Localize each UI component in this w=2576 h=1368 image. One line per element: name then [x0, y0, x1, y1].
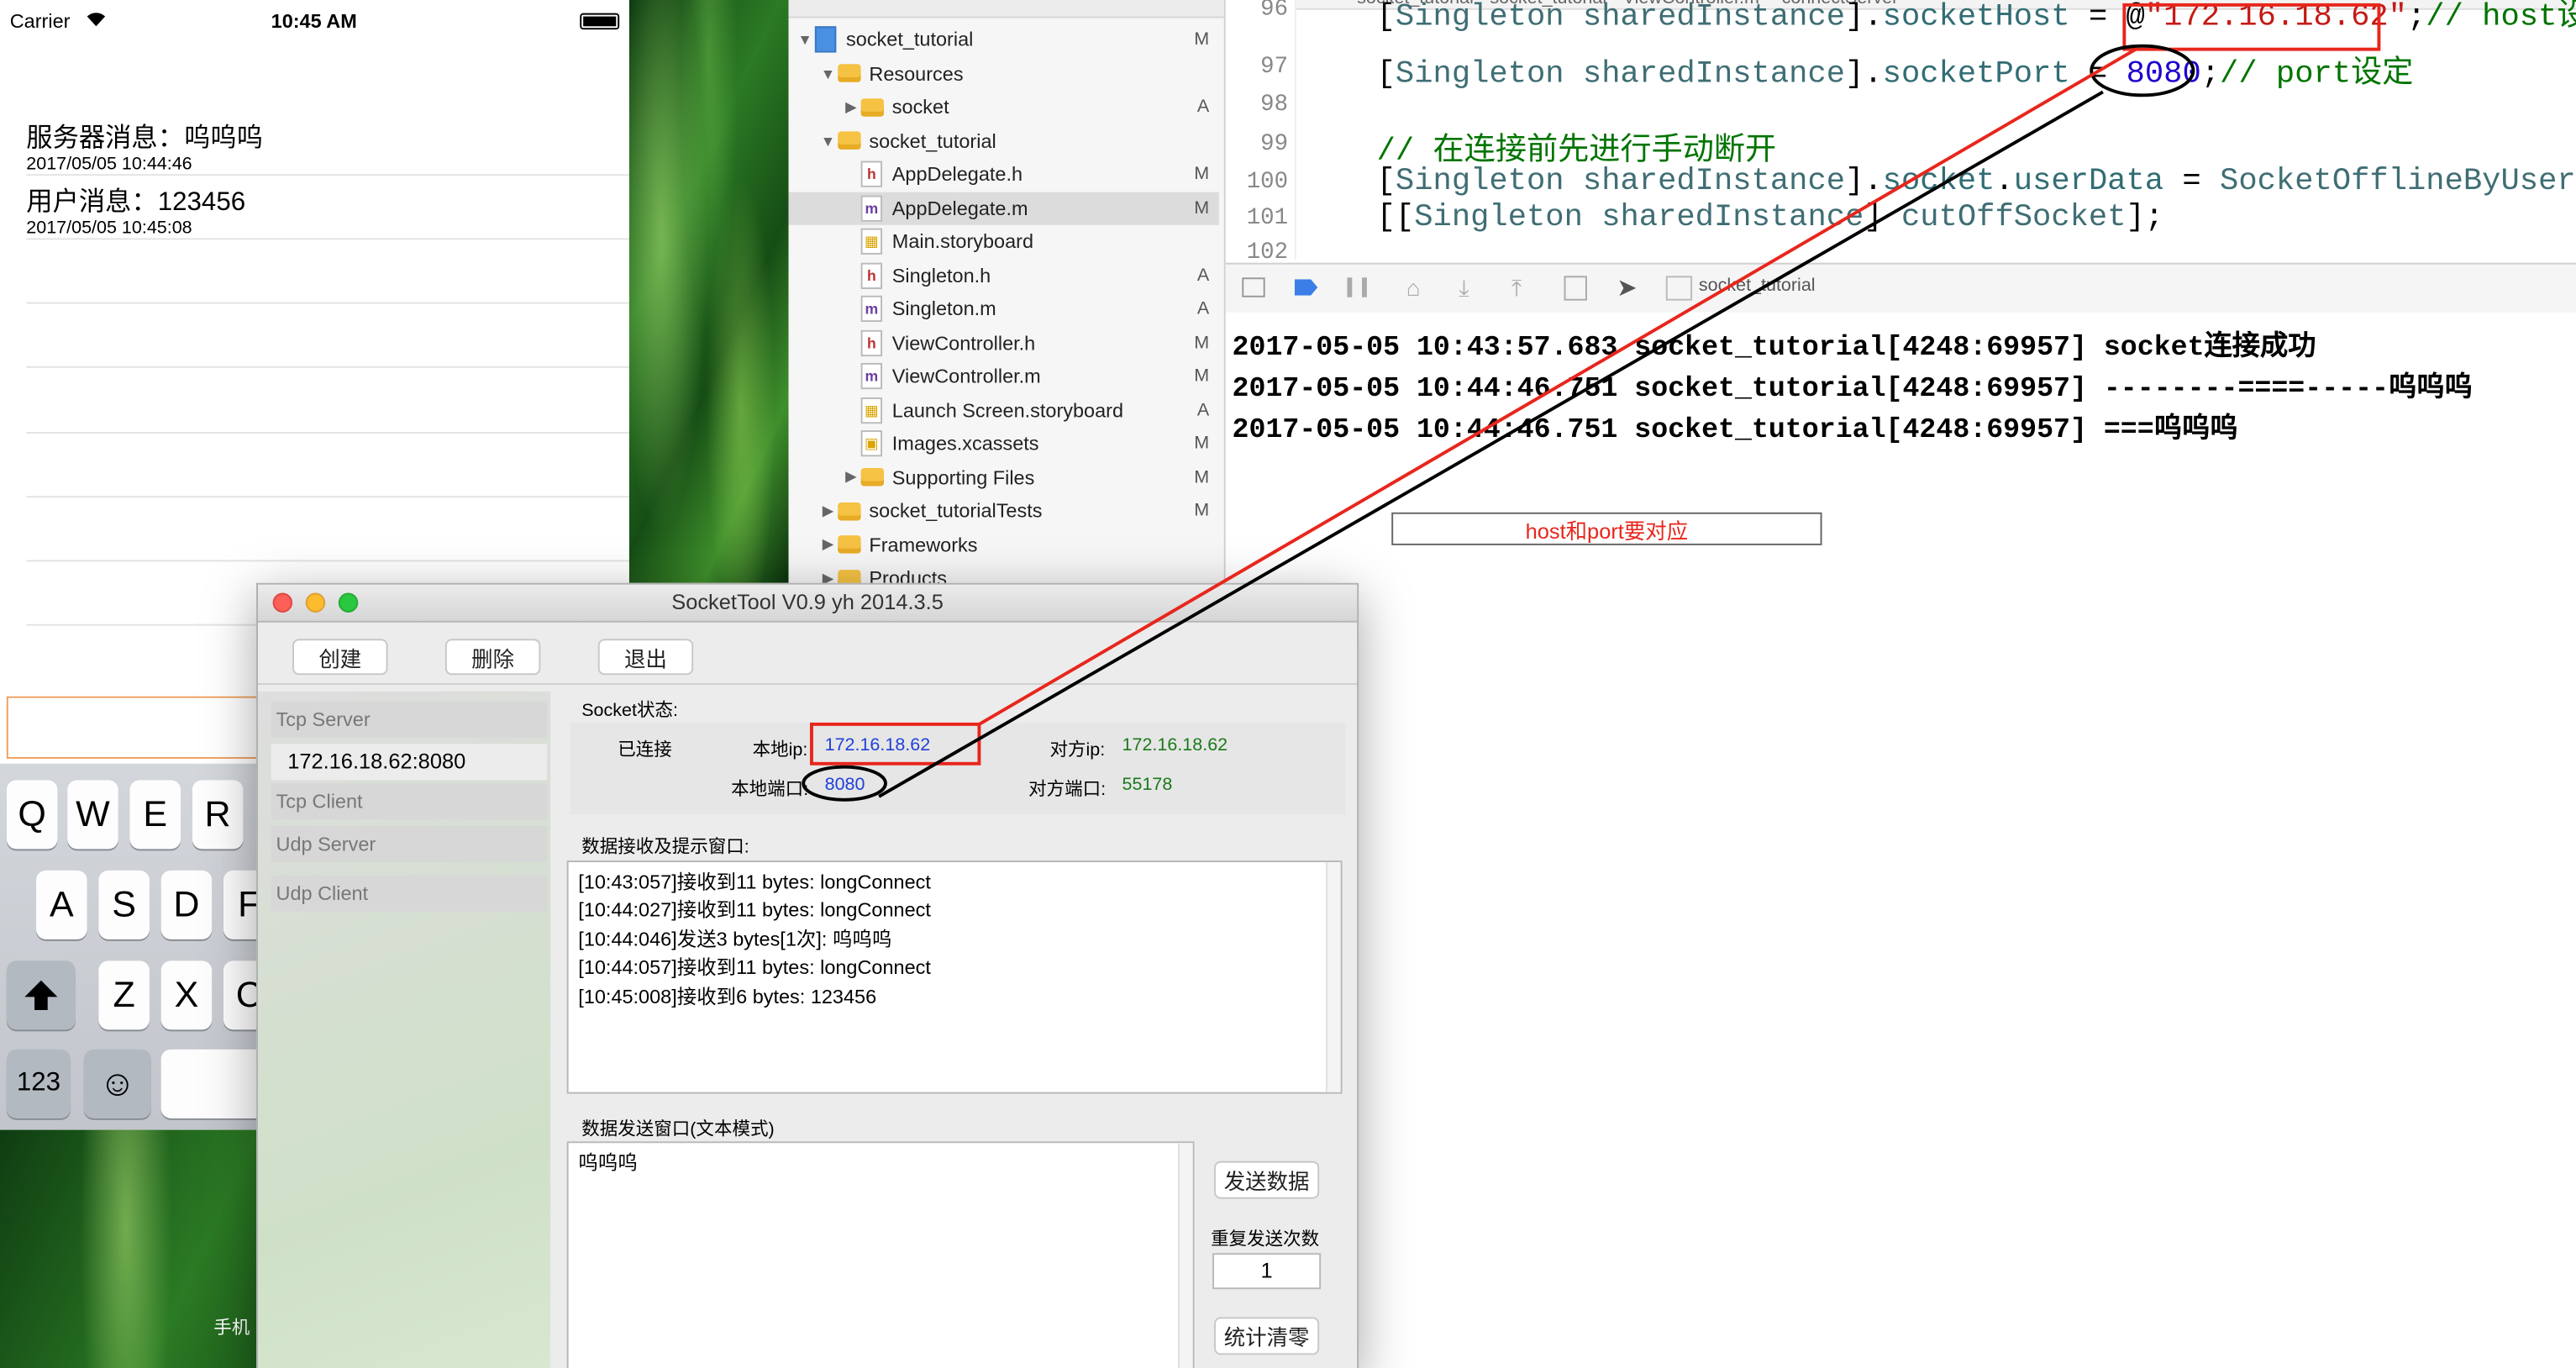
local-port-highlight-ellipse [802, 765, 887, 802]
port-highlight-ellipse [2090, 44, 2195, 97]
port-connector-line [878, 90, 2104, 798]
host-connector-line [978, 47, 2137, 726]
screen: Carrier 10:45 AM 服务器消息：呜呜呜 2017/05/05 10… [0, 0, 2576, 1368]
host-highlight-box [2122, 3, 2381, 51]
local-ip-highlight-box [810, 722, 981, 766]
annotation-overlay [802, 3, 2381, 802]
